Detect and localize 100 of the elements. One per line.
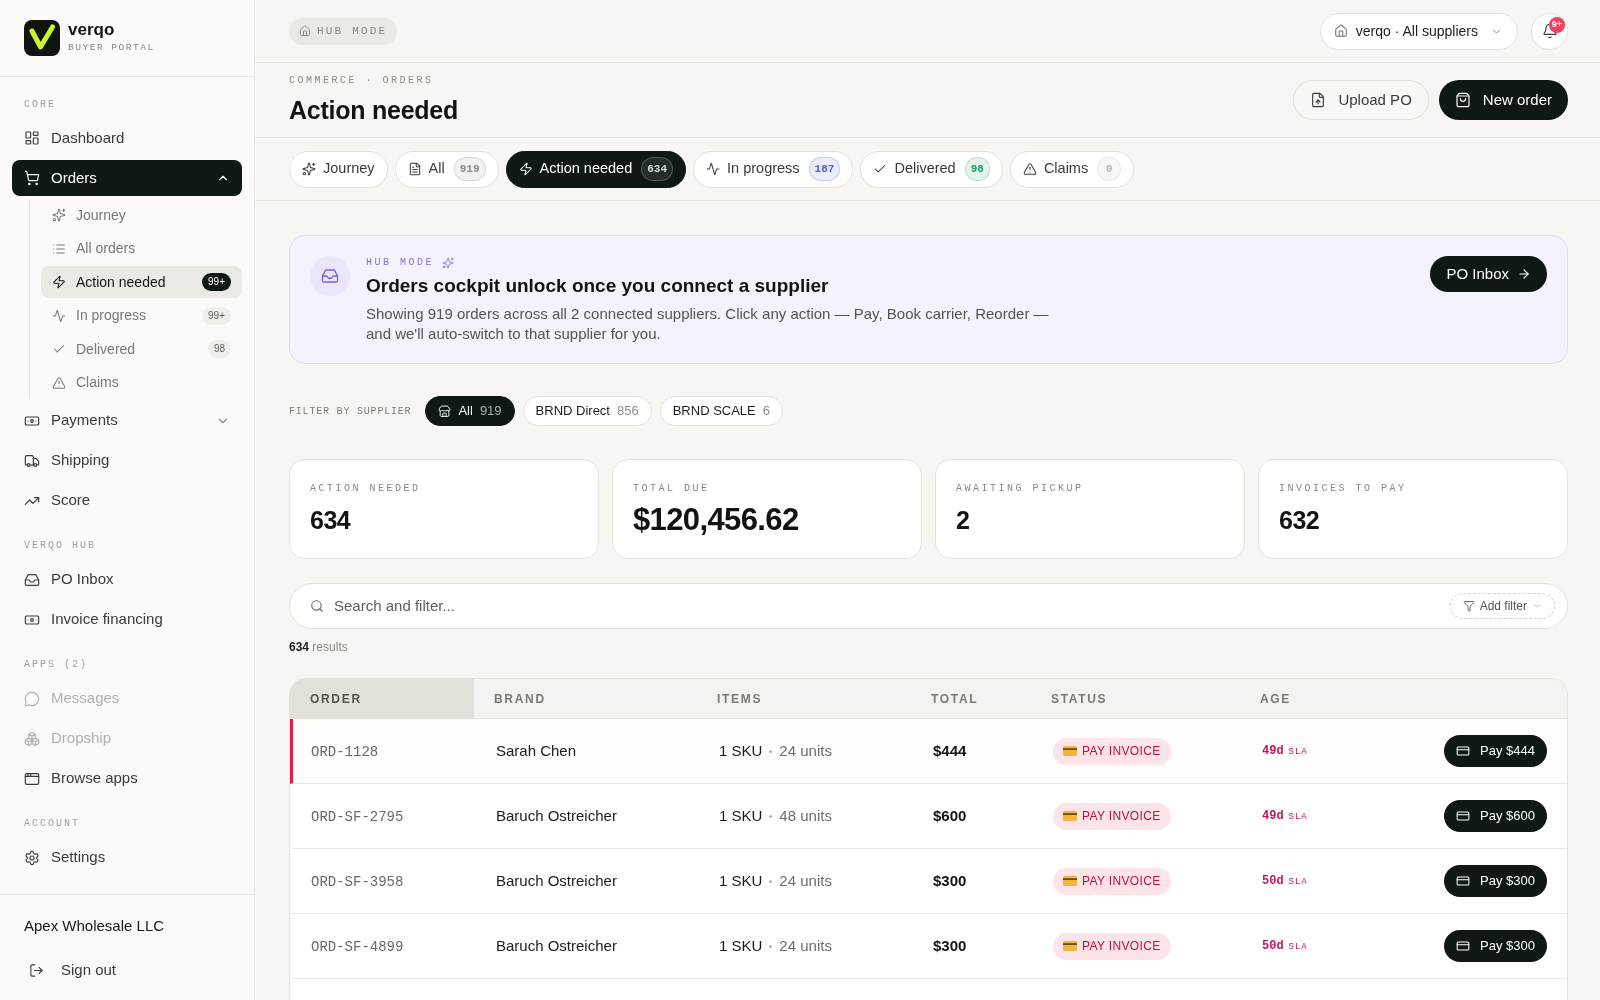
credit-card-icon xyxy=(1456,744,1471,758)
count-badge: 99+ xyxy=(202,273,231,291)
table-row[interactable]: ORD-SF-4899 Baruch Ostreicher 1 SKU 24 units $300 PAY INVOICE 50d SLA Pay $300 xyxy=(290,914,1567,979)
table-row[interactable]: ORD-1128 Sarah Chen 1 SKU 24 units $444 PAY INVOICE 49d SLA Pay $444 xyxy=(290,719,1567,784)
po-inbox-button[interactable]: PO Inbox xyxy=(1430,256,1547,292)
column-header[interactable]: AGE xyxy=(1240,679,1360,719)
sidebar-item[interactable]: PO Inbox xyxy=(12,561,242,598)
sidebar-subitem[interactable]: In progress 99+ xyxy=(41,299,242,332)
sidebar-item[interactable]: Dashboard xyxy=(12,120,242,156)
stat-value: $120,456.62 xyxy=(633,504,799,536)
tab[interactable]: Claims 0 xyxy=(1009,150,1135,188)
tab[interactable]: All 919 xyxy=(394,150,499,188)
banner-title: Orders cockpit unlock once you connect a supplier xyxy=(366,274,829,298)
logo-icon xyxy=(24,20,60,56)
chat-bubble-icon xyxy=(24,690,40,707)
chevron-down-icon xyxy=(1532,601,1542,611)
sidebar-item[interactable]: Settings xyxy=(12,839,242,876)
status-label: PAY INVOICE xyxy=(1082,938,1161,955)
column-header[interactable]: TOTAL xyxy=(911,679,1031,719)
table-row[interactable]: ORD-SF-3958 Baruch Ostreicher 1 SKU 24 units $300 PAY INVOICE 50d SLA Pay $300 xyxy=(290,849,1567,914)
page-title: Action needed xyxy=(289,95,458,126)
sidebar-subitem[interactable]: All orders xyxy=(41,232,242,265)
item-count: 1 SKU xyxy=(719,870,763,891)
brand-subtitle: BUYER PORTAL xyxy=(68,41,155,55)
lightning-icon xyxy=(518,162,533,176)
order-id: ORD-1128 xyxy=(311,744,379,760)
section-label: ACCOUNT xyxy=(23,817,81,831)
sidebar-item[interactable]: Payments xyxy=(12,402,242,439)
column-header[interactable]: BRAND xyxy=(474,679,697,719)
pay-button[interactable]: Pay $444 xyxy=(1444,735,1547,767)
sparkle-icon xyxy=(442,257,454,269)
house-icon xyxy=(1333,24,1348,38)
add-filter-button[interactable]: Add filter xyxy=(1449,593,1555,619)
pay-button[interactable]: Pay $300 xyxy=(1444,865,1547,897)
sign-out-button[interactable]: Sign out xyxy=(24,952,122,988)
sidebar-item[interactable]: Orders xyxy=(12,160,242,196)
unit-count: 48 units xyxy=(779,805,832,826)
stat-label: AWAITING PICKUP xyxy=(956,482,1084,496)
notification-badge: 9+ xyxy=(1548,16,1565,33)
check-icon xyxy=(52,342,66,356)
supplier-chip[interactable]: All 919 xyxy=(425,396,515,426)
pay-button[interactable]: Pay $300 xyxy=(1444,930,1547,962)
table-row[interactable]: ORD-SF-2795 Baruch Ostreicher 1 SKU 48 units $600 PAY INVOICE 49d SLA Pay $600 xyxy=(290,784,1567,849)
status-label: PAY INVOICE xyxy=(1082,743,1161,760)
credit-card-icon xyxy=(1063,876,1077,886)
supplier-chip[interactable]: BRND Direct 856 xyxy=(522,396,652,426)
truck-icon xyxy=(24,452,40,469)
filter-icon xyxy=(1462,600,1475,612)
brand-name: verqo xyxy=(68,20,116,40)
document-icon xyxy=(407,162,422,176)
upload-po-button[interactable]: Upload PO xyxy=(1293,80,1429,120)
results-count: 634 results xyxy=(289,639,348,655)
section-label: VERQO HUB xyxy=(23,539,97,553)
credit-card-icon xyxy=(1456,939,1471,953)
supplier-select[interactable]: verqo · All suppliers xyxy=(1319,12,1518,50)
age-text: 50d xyxy=(1262,873,1284,890)
sidebar-subitem[interactable]: Action needed 99+ xyxy=(41,266,242,298)
sidebar-item[interactable]: Shipping xyxy=(12,442,242,479)
sidebar-subitem[interactable]: Journey xyxy=(41,199,242,231)
search-icon xyxy=(310,599,324,613)
pay-button[interactable]: Pay $600 xyxy=(1444,800,1547,832)
unit-count: 24 units xyxy=(779,870,832,891)
count-badge: 98 xyxy=(207,340,231,358)
order-total: $300 xyxy=(933,937,967,954)
tab[interactable]: In progress 187 xyxy=(693,150,854,188)
settings-icon xyxy=(24,849,40,866)
tab[interactable]: Delivered 98 xyxy=(860,150,1003,188)
pulse-icon xyxy=(52,308,66,323)
new-order-button[interactable]: New order xyxy=(1438,80,1568,120)
supplier-chip[interactable]: BRND SCALE 6 xyxy=(659,396,783,426)
sidebar-item[interactable]: Score xyxy=(12,482,242,519)
brand-name: Baruch Ostreicher xyxy=(496,872,617,889)
tab[interactable]: Journey xyxy=(289,150,388,188)
column-header[interactable]: ITEMS xyxy=(697,679,911,719)
company-name: Apex Wholesale LLC xyxy=(24,916,165,936)
window-icon xyxy=(24,770,40,787)
unit-count: 24 units xyxy=(779,740,832,761)
credit-card-icon xyxy=(1063,811,1077,821)
sla-label: SLA xyxy=(1288,941,1308,954)
credit-card-icon xyxy=(1063,746,1077,756)
count-badge: 98 xyxy=(964,157,990,181)
house-icon xyxy=(299,25,311,37)
item-count: 1 SKU xyxy=(719,935,763,956)
tab[interactable]: Action needed 634 xyxy=(505,150,687,188)
sidebar-subitem[interactable]: Delivered 98 xyxy=(41,333,242,365)
column-header[interactable]: STATUS xyxy=(1031,679,1240,719)
count-badge: 634 xyxy=(641,157,674,181)
stat-label: ACTION NEEDED xyxy=(310,482,421,496)
cart-icon xyxy=(24,170,40,186)
sidebar-item[interactable]: Browse apps xyxy=(12,760,242,797)
sidebar-subitem[interactable]: Claims xyxy=(41,366,242,399)
search-field[interactable]: Search and filter... Add filter xyxy=(289,583,1568,629)
notifications-button[interactable]: 9+ xyxy=(1531,12,1568,50)
warning-icon xyxy=(52,375,66,390)
banner-text: Showing 919 orders across all 2 connected suppliers. Click any action — Pay, Book carrier, Reorder — and we'll auto-switch to that supplier for you. xyxy=(366,304,1050,344)
column-header[interactable]: ORDER xyxy=(290,679,474,719)
order-total: $300 xyxy=(933,872,967,889)
breadcrumb: COMMERCE · ORDERS xyxy=(289,74,434,88)
section-label: APPS (2) xyxy=(23,658,89,672)
sidebar-item[interactable]: Invoice financing xyxy=(12,601,242,638)
